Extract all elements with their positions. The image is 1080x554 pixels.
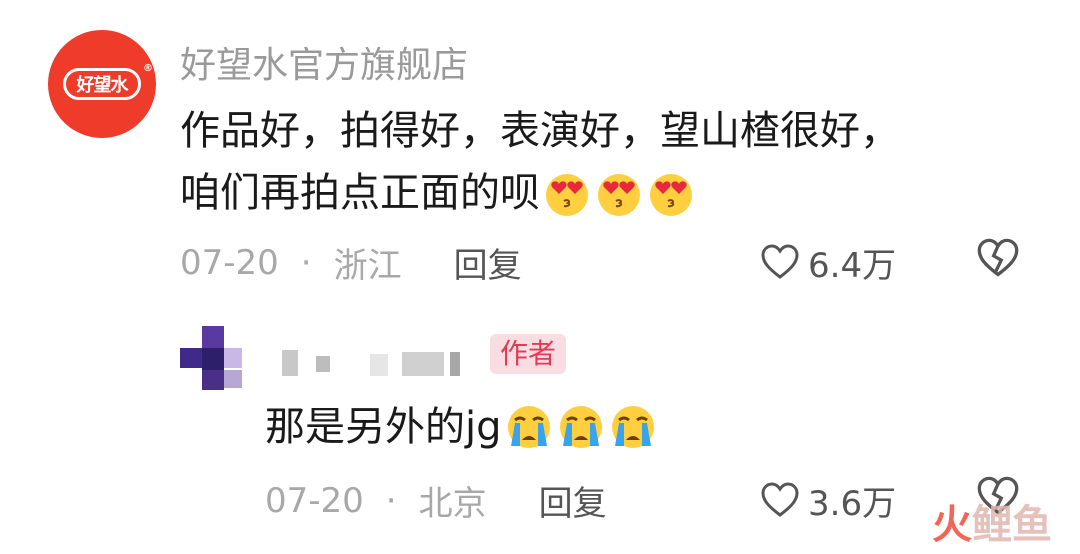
reply-button[interactable]: 回复	[539, 476, 607, 525]
comment-text: 那是另外的jg	[265, 396, 658, 458]
heart-eyes-emoji	[594, 168, 644, 218]
separator: ·	[300, 242, 312, 283]
comment-meta: 07-20 · 浙江 回复	[180, 238, 522, 287]
heart-eyes-emoji	[646, 168, 696, 218]
heart-icon	[761, 243, 799, 279]
like-button[interactable]: 6.4万	[760, 238, 896, 287]
comment-text-line: 作品好，拍得好，表演好，望山楂很好，	[180, 108, 900, 154]
broken-heart-icon[interactable]	[974, 236, 1022, 280]
heart-icon	[761, 481, 799, 517]
crying-emoji	[608, 402, 658, 452]
author-badge: 作者	[490, 334, 567, 374]
avatar[interactable]	[180, 326, 244, 390]
brand-logo: 好望水 ®	[63, 63, 153, 100]
comment-text: 作品好，拍得好，表演好，望山楂很好， 咱们再拍点正面的呗	[180, 100, 900, 224]
crying-emoji	[556, 402, 606, 452]
crying-emoji	[504, 402, 554, 452]
like-count: 6.4万	[808, 246, 897, 286]
comment-location: 北京	[418, 484, 487, 524]
comment-text-line: 咱们再拍点正面的呗	[180, 162, 900, 224]
comment-date: 07-20	[265, 480, 364, 521]
comment-date: 07-20	[180, 242, 279, 283]
watermark-logo: 火鲤鱼	[932, 502, 1052, 548]
heart-eyes-emoji	[542, 168, 592, 218]
like-button[interactable]: 3.6万	[760, 476, 896, 525]
avatar[interactable]: 好望水 ®	[48, 30, 156, 138]
comment-username[interactable]: 好望水官方旗舰店	[180, 36, 468, 88]
like-count: 3.6万	[808, 484, 897, 524]
comment-location: 浙江	[333, 246, 402, 286]
comment-meta: 07-20 · 北京 回复	[265, 476, 607, 525]
separator: ·	[385, 480, 397, 521]
reply-button[interactable]: 回复	[454, 238, 522, 287]
blurred-username[interactable]	[272, 338, 472, 388]
